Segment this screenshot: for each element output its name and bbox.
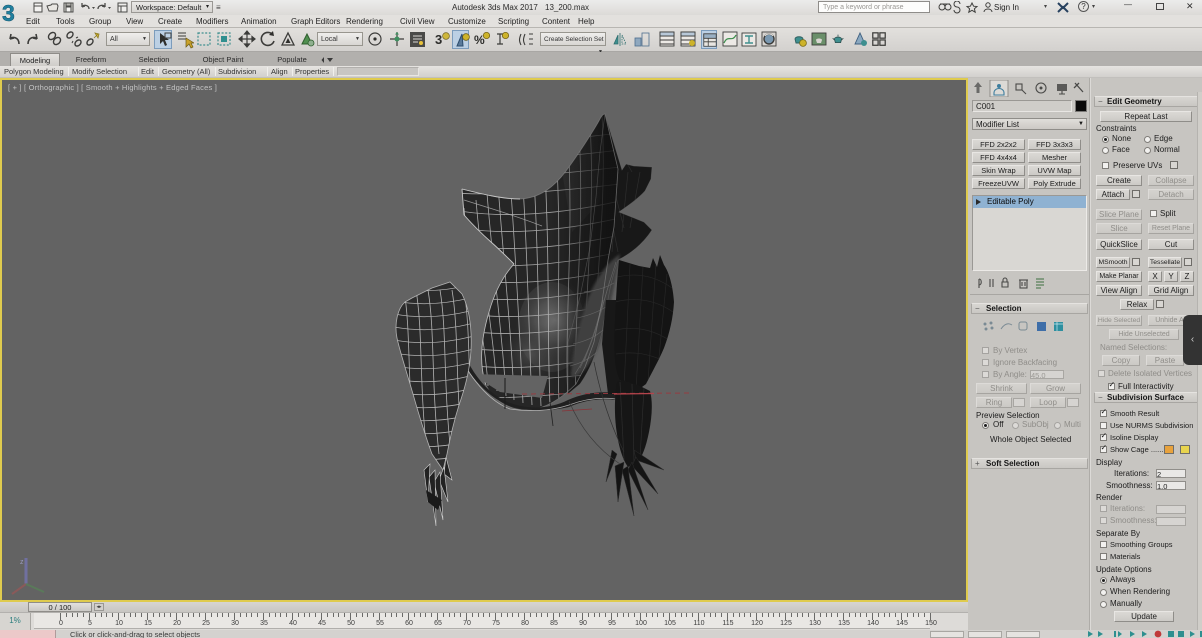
svg-text:3: 3	[2, 0, 15, 26]
svg-text:z: z	[20, 559, 24, 566]
svg-text:3: 3	[435, 32, 442, 47]
